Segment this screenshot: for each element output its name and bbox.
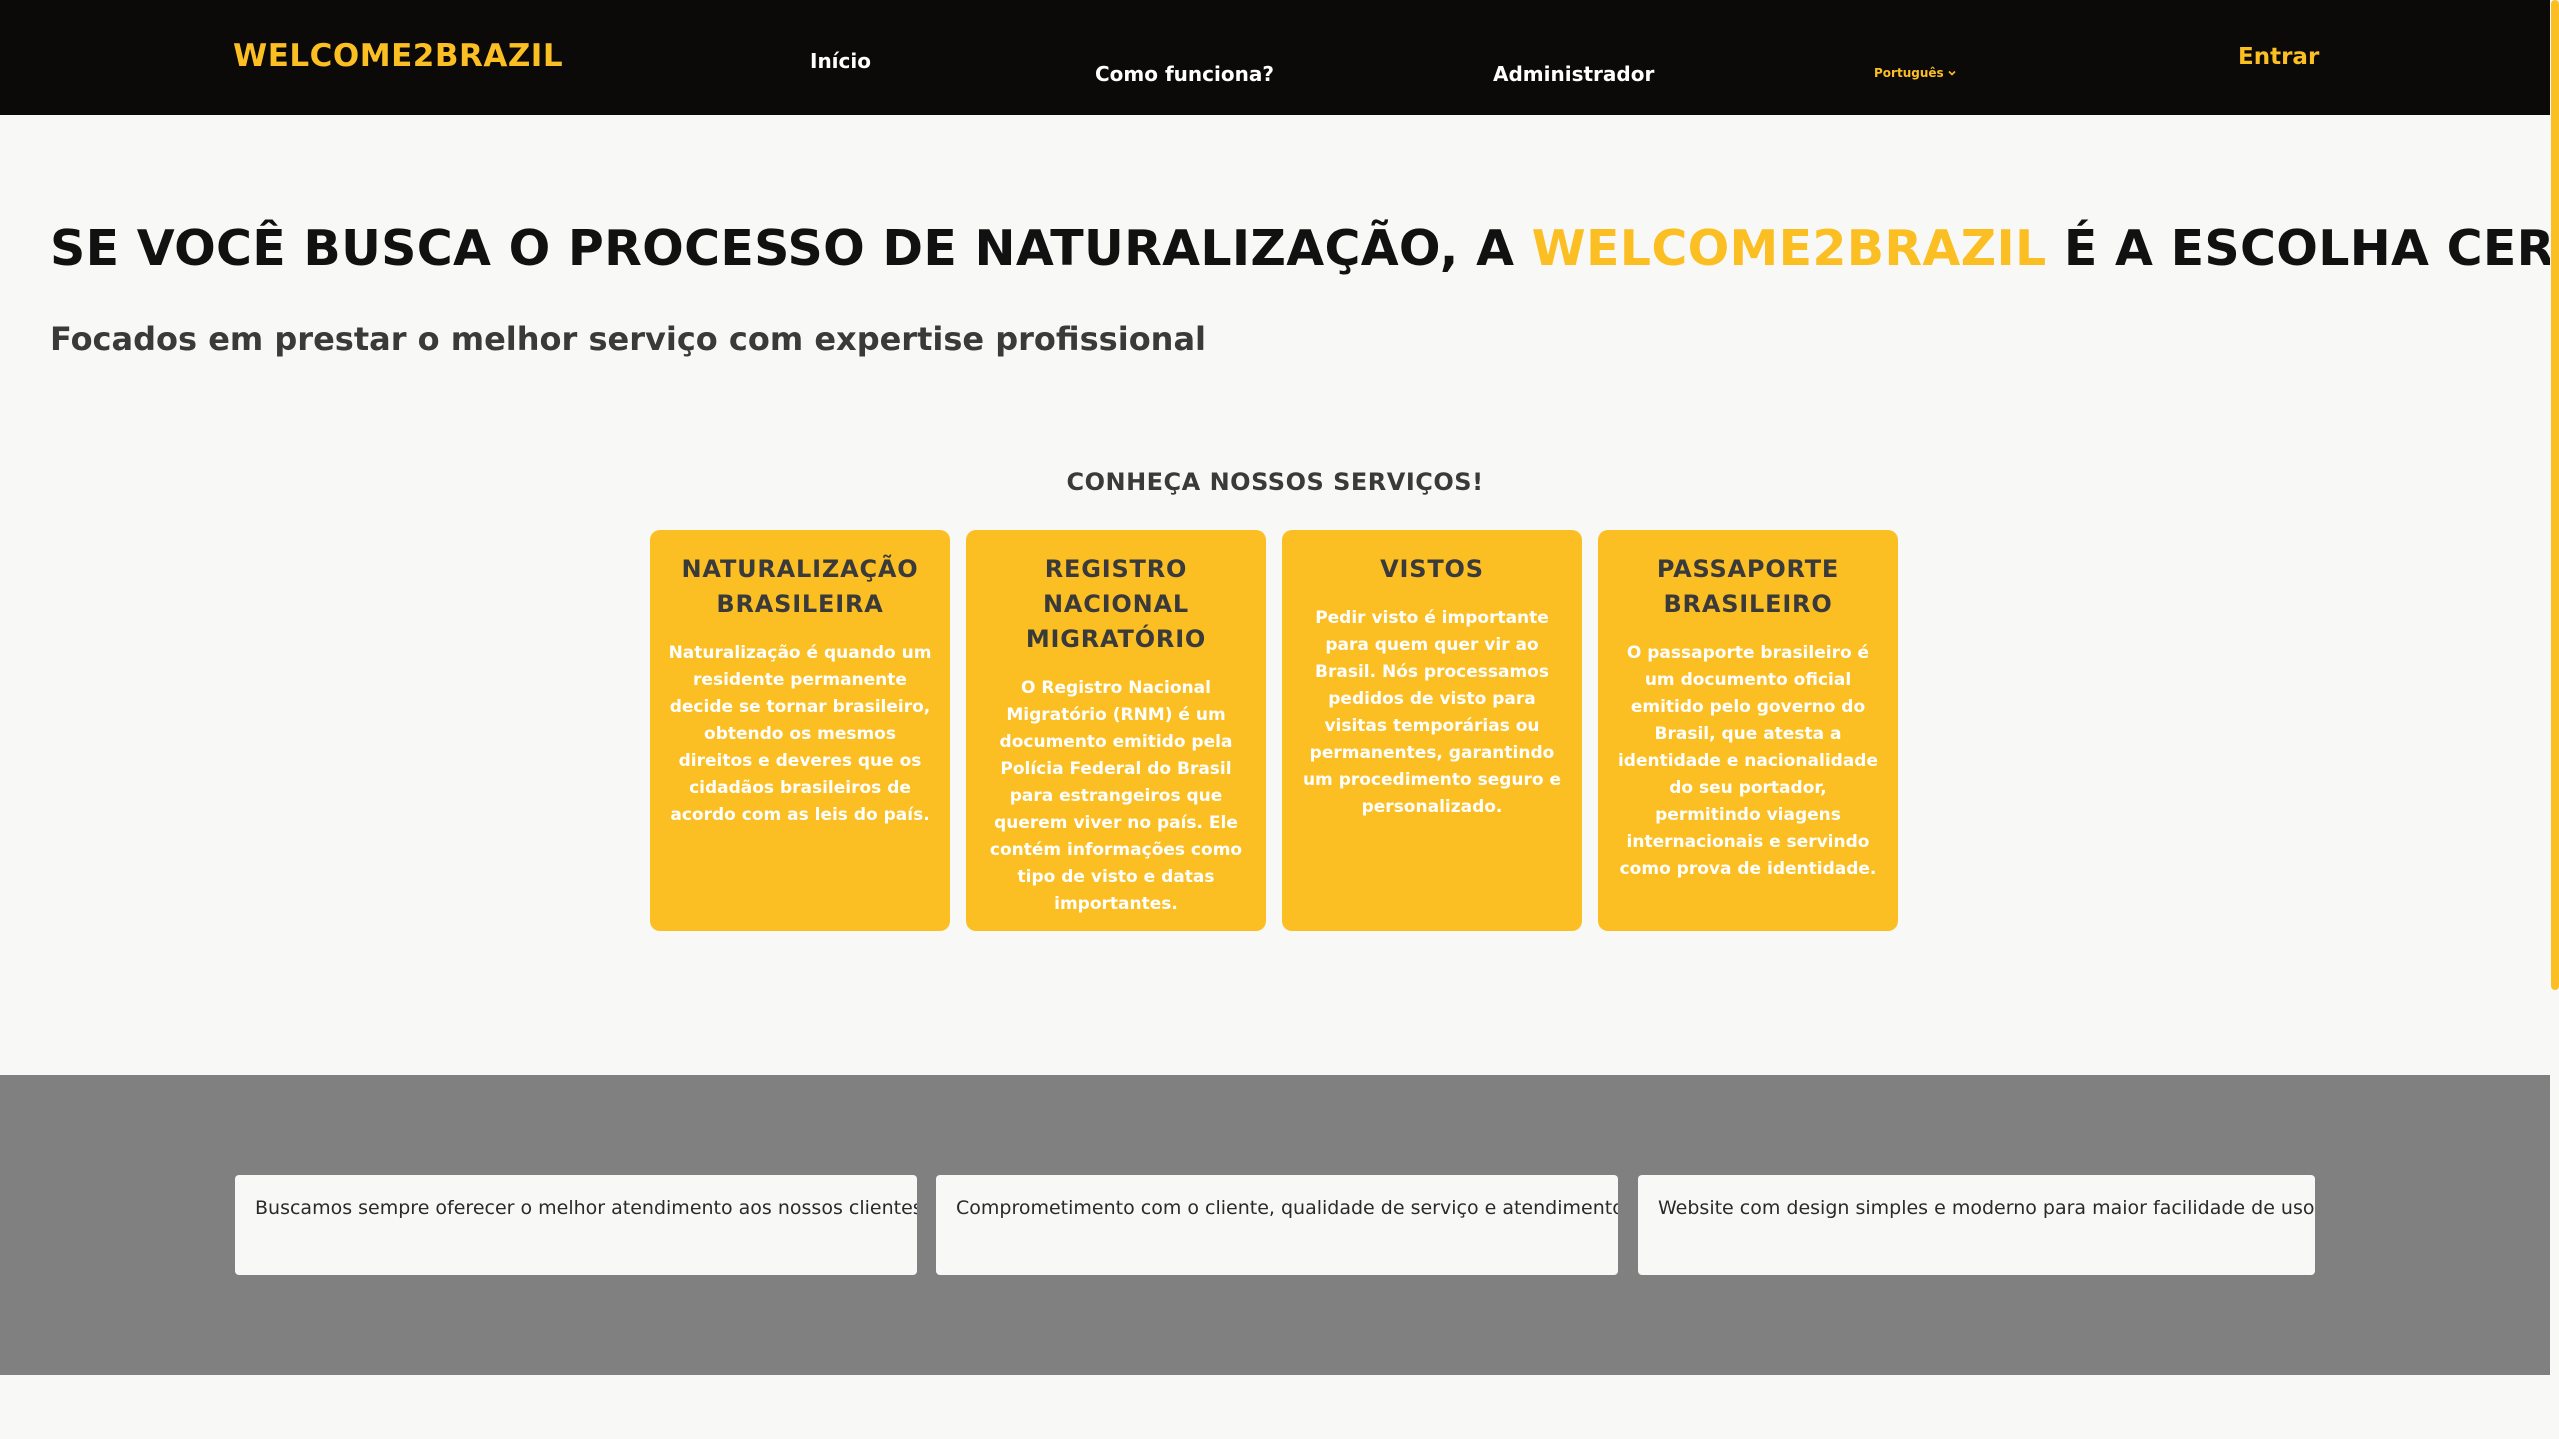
- service-card-text: O passaporte brasileiro é um documento o…: [1617, 643, 1878, 879]
- nav-link-inicio[interactable]: Início: [810, 49, 871, 73]
- service-card-title: VISTOS: [1380, 555, 1484, 583]
- scrollbar-thumb[interactable]: [2551, 0, 2559, 990]
- language-selector[interactable]: Português: [1874, 66, 1957, 80]
- hero-subtitle: Focados em prestar o melhor serviço com …: [50, 320, 1207, 358]
- feature-box: Website com design simples e moderno par…: [1638, 1175, 2315, 1275]
- services-heading: CONHEÇA NOSSOS SERVIÇOS!: [1066, 468, 1484, 496]
- service-card-title: PASSAPORTE BRASILEIRO: [1656, 555, 1840, 618]
- service-card-registro[interactable]: REGISTRO NACIONAL MIGRATÓRIO O Registro …: [966, 530, 1266, 931]
- feature-box: Comprometimento com o cliente, qualidade…: [936, 1175, 1618, 1275]
- features-band: Buscamos sempre oferecer o melhor atendi…: [0, 1075, 2550, 1375]
- hero-title: SE VOCÊ BUSCA O PROCESSO DE NATURALIZAÇÃ…: [50, 220, 2559, 277]
- hero-title-part-1: SE VOCÊ BUSCA O PROCESSO DE NATURALIZAÇÃ…: [50, 220, 1532, 277]
- language-label: Português: [1874, 66, 1944, 80]
- nav-link-administrador[interactable]: Administrador: [1493, 62, 1654, 86]
- navbar: WELCOME2BRAZIL Início Como funciona? Adm…: [0, 0, 2550, 115]
- service-card-text: O Registro Nacional Migratório (RNM) é u…: [989, 678, 1243, 914]
- login-button[interactable]: Entrar: [2238, 44, 2319, 70]
- service-card-title: REGISTRO NACIONAL MIGRATÓRIO: [1025, 555, 1207, 653]
- service-card-title: NATURALIZAÇÃO BRASILEIRA: [681, 555, 919, 618]
- site-logo[interactable]: WELCOME2BRAZIL: [233, 38, 563, 74]
- service-card-text: Pedir visto é importante para quem quer …: [1302, 608, 1562, 817]
- hero-title-part-2: É A ESCOLHA CERTA!: [2063, 220, 2559, 277]
- service-card-vistos[interactable]: VISTOS Pedir visto é importante para que…: [1282, 530, 1582, 931]
- nav-link-como-funciona[interactable]: Como funciona?: [1095, 62, 1274, 86]
- feature-box: Buscamos sempre oferecer o melhor atendi…: [235, 1175, 917, 1275]
- service-card-text: Naturalização é quando um residente perm…: [668, 643, 932, 825]
- service-card-naturalizacao[interactable]: NATURALIZAÇÃO BRASILEIRA Naturalização é…: [650, 530, 950, 931]
- chevron-down-icon: [1948, 70, 1956, 76]
- page-scrollbar[interactable]: [2550, 0, 2559, 1439]
- service-card-passaporte[interactable]: PASSAPORTE BRASILEIRO O passaporte brasi…: [1598, 530, 1898, 931]
- hero-title-brand: WELCOME2BRAZIL: [1531, 220, 2047, 277]
